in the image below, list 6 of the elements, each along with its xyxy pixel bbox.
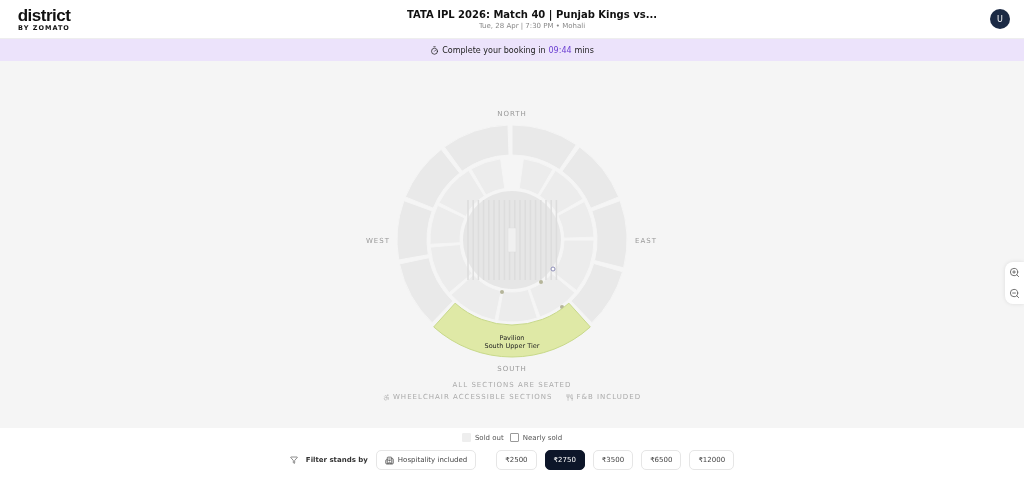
timer-unit: mins: [574, 45, 594, 55]
logo[interactable]: district: [17, 6, 71, 24]
timer-value: 09:44: [548, 45, 572, 55]
event-title: TATA IPL 2026: Match 40 | Punjab Kings vs...: [406, 8, 658, 20]
user-avatar[interactable]: U: [990, 9, 1010, 29]
timer-text: Complete your booking in: [442, 45, 546, 55]
